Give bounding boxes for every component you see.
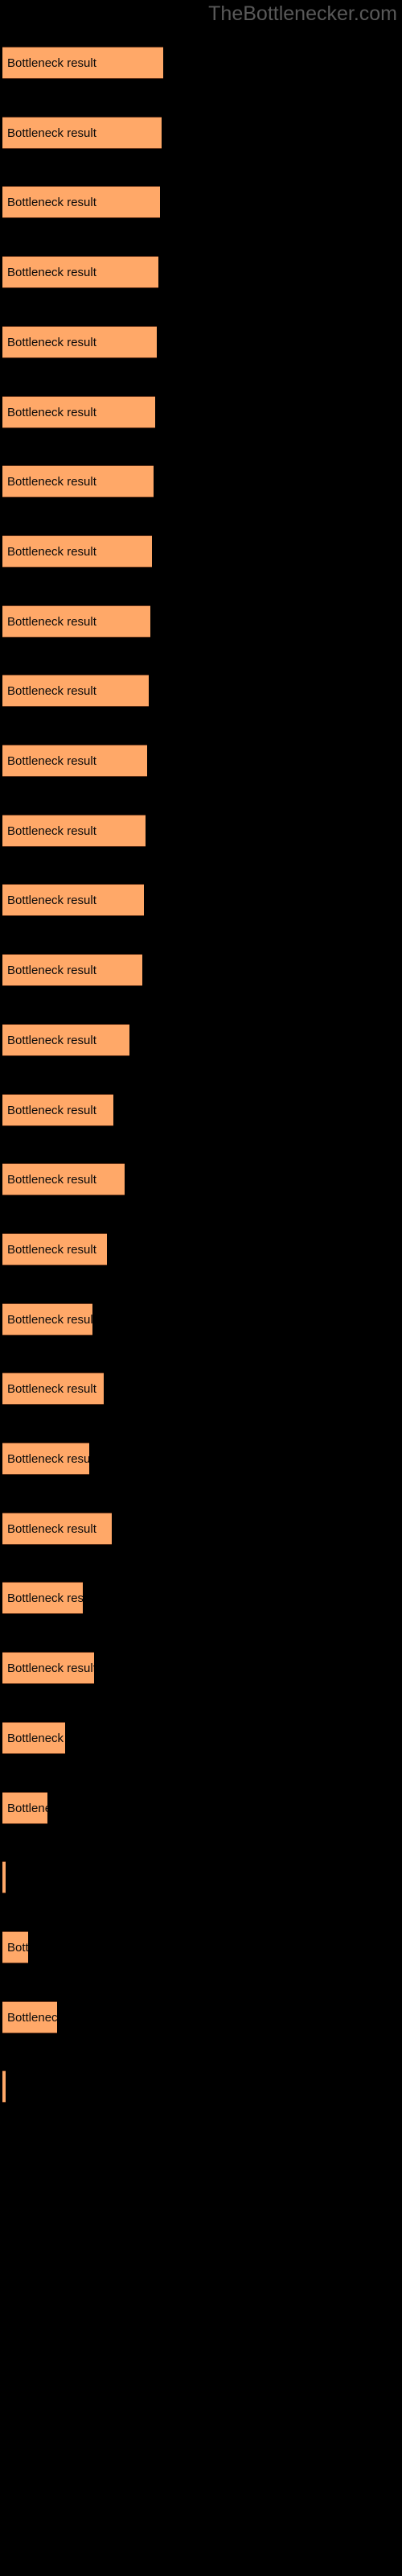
- bar: Bottleneck result: [2, 1232, 107, 1265]
- bar: Bottleneck result: [2, 535, 152, 568]
- bar: Bottleneck result: [2, 1093, 113, 1126]
- bar-row: Bottleneck result: [0, 745, 402, 777]
- bar-label: Bottleneck result: [7, 56, 96, 70]
- bar: Bottleneck result: [2, 1861, 6, 1894]
- bar-label: Bottleneck result: [7, 475, 96, 489]
- bar-row: Bottleneck result: [0, 2000, 402, 2033]
- bar: Bottleneck result: [2, 1512, 112, 1545]
- bar: Bottleneck result: [2, 1302, 92, 1335]
- bar-label: Bottleneck result: [7, 1173, 96, 1187]
- bar-row: Bottleneck result: [0, 814, 402, 847]
- bar-row: Bottleneck result: [0, 395, 402, 428]
- bar-row: Bottleneck result: [0, 1652, 402, 1685]
- bar-row: Bottleneck result: [0, 884, 402, 917]
- bar: Bottleneck result: [2, 814, 146, 847]
- bar-label: Bottleneck result: [7, 1662, 94, 1676]
- bar: Bottleneck result: [2, 186, 160, 219]
- bar-row: Bottleneck result: [0, 186, 402, 219]
- bar-label: Bottleneck result: [7, 754, 96, 768]
- bar: Bottleneck result: [2, 1443, 89, 1475]
- bar-row: Bottleneck result: [0, 1163, 402, 1196]
- bottleneck-bar-chart: TheBottlenecker.com Bottleneck result Bot…: [0, 0, 402, 2576]
- bar: Bottleneck result: [2, 465, 154, 498]
- bar-label: Bottleneck result: [7, 266, 96, 280]
- bar-row: Bottleneck result: [0, 2070, 402, 2103]
- bar: Bottleneck result: [2, 47, 163, 79]
- bar-label: Bottleneck result: [7, 1452, 89, 1466]
- bar-label: Bottleneck result: [7, 964, 96, 978]
- bar: Bottleneck result: [2, 605, 150, 638]
- bar-row: Bottleneck result: [0, 675, 402, 708]
- bar-row: Bottleneck result: [0, 1512, 402, 1545]
- bar: Bottleneck result: [2, 745, 147, 777]
- bar-row: Bottleneck result: [0, 256, 402, 289]
- bar: Bottleneck result: [2, 395, 155, 428]
- bar-row: Bottleneck result: [0, 1930, 402, 1963]
- bar-label: Bottleneck result: [7, 684, 96, 699]
- bar-label: Bottleneck result: [7, 126, 96, 140]
- bar-row: Bottleneck result: [0, 1373, 402, 1406]
- bar-row: Bottleneck result: [0, 954, 402, 987]
- bar-label: Bottleneck result: [7, 544, 96, 559]
- bar-row: Bottleneck result: [0, 1093, 402, 1126]
- bar: Bottleneck result: [2, 1791, 47, 1824]
- bar-row: Bottleneck result: [0, 325, 402, 358]
- bar-row: Bottleneck result: [0, 535, 402, 568]
- bar-row: Bottleneck result: [0, 605, 402, 638]
- bar-row: Bottleneck result: [0, 465, 402, 498]
- bar-label: Bottleneck result: [7, 1801, 47, 1815]
- bar-label: Bottleneck result: [7, 1312, 92, 1327]
- bar: Bottleneck result: [2, 2000, 57, 2033]
- bar-label: Bottleneck result: [7, 614, 96, 629]
- bar-label: Bottleneck result: [7, 1242, 96, 1257]
- bar: Bottleneck result: [2, 1652, 94, 1685]
- bar: Bottleneck result: [2, 884, 144, 917]
- bar-label: Bottleneck result: [7, 405, 96, 419]
- bar-row: Bottleneck result: [0, 1232, 402, 1265]
- bar-row: Bottleneck result: [0, 116, 402, 149]
- bar-row: Bottleneck result: [0, 1791, 402, 1824]
- bar: Bottleneck result: [2, 256, 158, 289]
- bar-label: Bottleneck result: [7, 1382, 96, 1397]
- bar: Bottleneck result: [2, 1023, 129, 1056]
- bar: Bottleneck result: [2, 1163, 125, 1196]
- bar: Bottleneck result: [2, 1930, 28, 1963]
- bar-label: Bottleneck result: [7, 894, 96, 908]
- bar-label: Bottleneck result: [7, 824, 96, 838]
- bar-row: Bottleneck result: [0, 1861, 402, 1894]
- bar-row: Bottleneck result: [0, 1302, 402, 1335]
- bar: Bottleneck result: [2, 1721, 65, 1754]
- bars-layer: Bottleneck result Bottleneck result Bottle…: [0, 0, 402, 2576]
- bar-label: Bottleneck result: [7, 1591, 83, 1606]
- bar: Bottleneck result: [2, 2070, 6, 2103]
- bar-row: Bottleneck result: [0, 47, 402, 79]
- bar: Bottleneck result: [2, 325, 157, 358]
- bar: Bottleneck result: [2, 116, 162, 149]
- bar-row: Bottleneck result: [0, 1443, 402, 1475]
- bar-label: Bottleneck result: [7, 1731, 65, 1745]
- bar-label: Bottleneck result: [7, 335, 96, 349]
- bar: Bottleneck result: [2, 675, 149, 708]
- bar-row: Bottleneck result: [0, 1721, 402, 1754]
- bar-label: Bottleneck result: [7, 2010, 57, 2025]
- bar: Bottleneck result: [2, 1582, 83, 1615]
- bar: Bottleneck result: [2, 954, 142, 987]
- bar-label: Bottleneck result: [7, 1521, 96, 1536]
- bar-label: Bottleneck result: [7, 196, 96, 210]
- bar-row: Bottleneck result: [0, 1582, 402, 1615]
- bar-row: Bottleneck result: [0, 1023, 402, 1056]
- bar-label: Bottleneck result: [7, 1940, 28, 1955]
- bar-label: Bottleneck result: [7, 1033, 96, 1047]
- bar-label: Bottleneck result: [7, 1103, 96, 1117]
- bar: Bottleneck result: [2, 1373, 104, 1406]
